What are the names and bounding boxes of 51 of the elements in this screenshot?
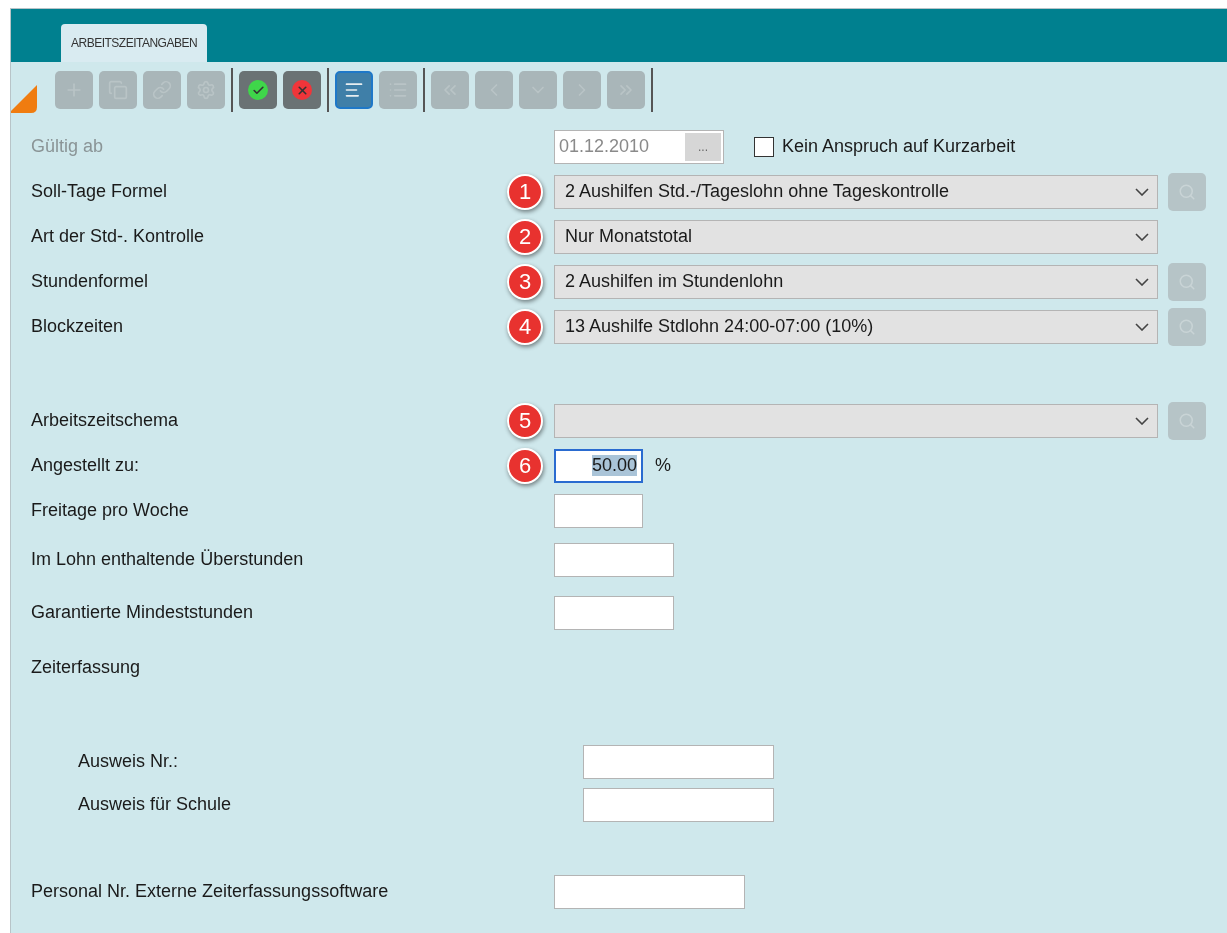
field-label: Personal Nr. Externe Zeiterfassungssoftware: [31, 881, 390, 902]
number-badge: 2: [507, 218, 543, 255]
corner-fold-icon: [11, 83, 39, 113]
check-icon: [248, 80, 268, 100]
dropdown[interactable]: [554, 403, 1158, 438]
field-label: Im Lohn enthaltende Überstunden: [31, 549, 305, 570]
dropdown[interactable]: 2 Aushilfen im Stundenlohn: [554, 264, 1158, 299]
chevron-down-icon: [1135, 277, 1149, 286]
field-label: Ausweis Nr.:: [78, 751, 180, 772]
chevron-down-icon: [1135, 187, 1149, 196]
number-badge: 1: [507, 173, 543, 210]
field-label: Angestellt zu:: [31, 455, 141, 476]
field-label: Freitage pro Woche: [31, 500, 190, 521]
search-button[interactable]: [1168, 307, 1206, 346]
field-label: Stundenformel: [31, 271, 150, 292]
dropdown[interactable]: 13 Aushilfe Stdlohn 24:00-07:00 (10%): [554, 309, 1158, 344]
search-button[interactable]: [1168, 172, 1206, 211]
dropdown[interactable]: Nur Monatstotal: [554, 219, 1158, 254]
text-lines-icon: [344, 80, 364, 100]
input-field[interactable]: [583, 787, 774, 822]
chevron-down-icon: [1135, 232, 1149, 241]
field-label: Soll-Tage Formel: [31, 181, 169, 202]
number-badge: 4: [507, 308, 543, 345]
dropdown[interactable]: 2 Aushilfen Std.-/Tageslohn ohne Tageskontrolle: [554, 174, 1158, 209]
field-label: Blockzeiten: [31, 316, 125, 337]
field-label: Garantierte Mindeststunden: [31, 602, 255, 623]
input-field[interactable]: [554, 542, 674, 577]
input-field[interactable]: 50.00: [554, 448, 643, 483]
search-button[interactable]: [1168, 401, 1206, 440]
field-label: Ausweis für Schule: [78, 794, 233, 815]
toolbar-button[interactable]: [239, 71, 277, 109]
close-icon: [292, 80, 312, 100]
input-field[interactable]: [554, 874, 745, 909]
number-badge: 5: [507, 402, 543, 439]
tab[interactable]: ARBEITSZEITANGABEN: [61, 24, 208, 62]
toolbar-button[interactable]: [335, 71, 373, 109]
input-field[interactable]: [554, 595, 674, 630]
input-field[interactable]: [583, 744, 774, 779]
chevron-down-icon: [1135, 322, 1149, 331]
field-label: Zeiterfassung: [31, 657, 142, 678]
field-label: Art der Std-. Kontrolle: [31, 226, 206, 247]
field-label: Gültig ab: [31, 136, 105, 157]
number-badge: 6: [507, 447, 543, 484]
checkbox-label: Kein Anspruch auf Kurzarbeit: [782, 136, 1016, 157]
input-field[interactable]: [554, 493, 643, 528]
field-label: Arbeitszeitschema: [31, 410, 180, 431]
unit-label: %: [655, 455, 671, 476]
number-badge: 3: [507, 263, 543, 300]
toolbar-button[interactable]: [283, 71, 321, 109]
chevron-down-icon: [1135, 416, 1149, 425]
search-button[interactable]: [1168, 262, 1206, 301]
